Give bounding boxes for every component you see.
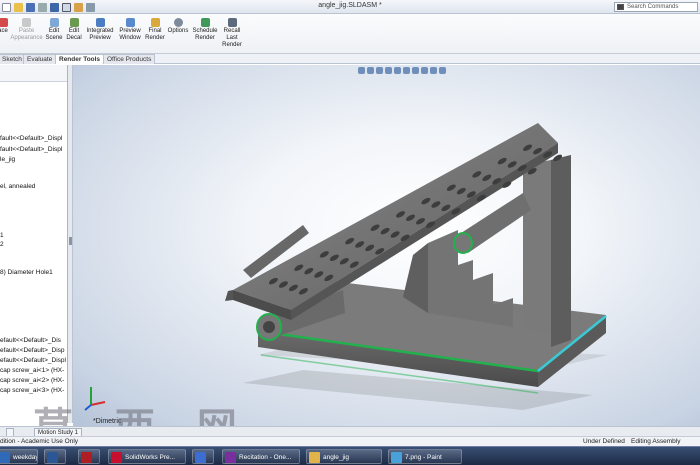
status-mode: Editing Assembly [631, 438, 681, 445]
tree-item[interactable]: cap screw_ai<1> (HX- [0, 367, 64, 374]
tab-sketch[interactable]: Sketch [0, 54, 26, 64]
upright-plate [523, 155, 571, 347]
paste-appearance-icon [22, 18, 31, 27]
preview-window-label: Preview Window [119, 28, 141, 41]
options-button[interactable]: Options [167, 18, 189, 35]
ribbon-toolbar: ace Paste Appearance Edit Scene Edit Dec… [0, 14, 700, 54]
paste-appearance-label: Paste Appearance [10, 28, 43, 41]
tree-item[interactable]: efault<<Default>_Dis [0, 337, 61, 344]
word-icon [47, 452, 58, 463]
integrated-preview-button[interactable]: Integrated Preview [85, 18, 115, 42]
command-tabs: Sketch Evaluate Render Tools Office Prod… [0, 54, 700, 64]
options-label: Options [167, 28, 189, 34]
tree-item[interactable]: 1 [0, 232, 4, 239]
preview-window-button[interactable]: Preview Window [117, 18, 143, 42]
taskbar-weekday[interactable]: weekday [0, 449, 38, 464]
weekday-icon [0, 452, 10, 463]
tree-item[interactable]: efault<<Default>_Displ [0, 357, 66, 364]
tree-toolbar [0, 65, 67, 82]
tree-item[interactable]: cap screw_ai<3> (HX- [0, 387, 64, 394]
schedule-render-button[interactable]: Schedule Render [191, 18, 219, 42]
tree-item[interactable]: 2 [0, 241, 4, 248]
tab-office-products[interactable]: Office Products [103, 54, 156, 64]
edit-decal-label: Edit Decal [66, 28, 82, 41]
taskbar-label: Recitation - One... [239, 454, 292, 461]
taskbar-label: weekday [13, 454, 38, 461]
document-title: angle_jig.SLDASM * [318, 2, 382, 9]
search-placeholder: Search Commands [627, 4, 679, 10]
onenote-icon [225, 452, 236, 463]
schedule-render-label: Schedule Render [192, 28, 218, 41]
decal-icon [69, 18, 79, 27]
final-render-button[interactable]: Final Render [145, 18, 165, 42]
preview-icon [95, 18, 105, 27]
recall-icon [227, 18, 237, 27]
search-icon [617, 4, 624, 10]
tree-item[interactable]: le_jig [0, 156, 15, 163]
taskbar-paint[interactable]: 7.png - Paint [388, 449, 462, 464]
title-bar: angle_jig.SLDASM * Search Commands [0, 0, 700, 14]
paste-appearance-button[interactable]: Paste Appearance [10, 18, 43, 42]
scene-icon [49, 18, 59, 27]
taskbar-word[interactable] [44, 449, 66, 464]
integrated-preview-label: Integrated Preview [86, 28, 114, 41]
recall-last-render-label: Recall Last Render [222, 28, 242, 48]
taskbar-solidworks[interactable]: SolidWorks Pre... [108, 449, 186, 464]
splitter-handle[interactable] [69, 237, 72, 245]
appearance-button[interactable]: ace [0, 18, 10, 35]
angle-jig-model[interactable] [73, 65, 700, 426]
taskbar-label: 7.png - Paint [405, 454, 442, 461]
tree-item[interactable]: efault<<Default>_Disp [0, 347, 65, 354]
edit-scene-label: Edit Scene [45, 28, 63, 41]
graphics-viewport[interactable]: *Dimetric [73, 65, 700, 426]
render-icon [150, 18, 160, 27]
tree-item[interactable]: el, annealed [0, 183, 35, 190]
taskbar-folder[interactable]: angle_jig [306, 449, 382, 464]
tab-evaluate[interactable]: Evaluate [23, 54, 57, 64]
gear-icon [173, 18, 183, 27]
search-commands-input[interactable]: Search Commands [614, 2, 698, 12]
app-icon [195, 452, 206, 463]
appearance-button-label: ace [0, 28, 8, 34]
folder-icon [309, 452, 320, 463]
appearance-icon [0, 18, 8, 27]
feature-manager-tree: fault<<Default>_Displ fault<<Default>_Di… [0, 65, 68, 423]
tree-item[interactable]: fault<<Default>_Displ [0, 135, 62, 142]
tree-item[interactable]: cap screw_ai<2> (HX- [0, 377, 64, 384]
status-bar: dition - Academic Use Only Under Defined… [0, 436, 700, 446]
solidworks-icon [111, 452, 122, 463]
edit-scene-button[interactable]: Edit Scene [44, 18, 64, 42]
schedule-icon [200, 18, 210, 27]
taskbar-onenote[interactable]: Recitation - One... [222, 449, 300, 464]
taskbar-label: SolidWorks Pre... [125, 454, 176, 461]
tab-render-tools[interactable]: Render Tools [55, 54, 105, 64]
bottom-tab-strip: Motion Study 1 [0, 426, 700, 437]
recall-last-render-button[interactable]: Recall Last Render [221, 18, 243, 49]
edit-decal-button[interactable]: Edit Decal [65, 18, 83, 42]
window-icon [125, 18, 135, 27]
status-license: dition - Academic Use Only [0, 438, 79, 445]
taskbar-label: angle_jig [323, 454, 350, 461]
taskbar-app-2[interactable] [192, 449, 214, 464]
status-definition: Under Defined [583, 438, 625, 445]
final-render-label: Final Render [145, 28, 165, 41]
tree-item[interactable]: 8) Diameter Hole1 [0, 269, 53, 276]
paint-icon [391, 452, 402, 463]
app-icon [81, 452, 92, 463]
taskbar-app[interactable] [78, 449, 100, 464]
windows-taskbar: weekday SolidWorks Pre... Recitation - O… [0, 446, 700, 465]
tree-item[interactable]: fault<<Default>_Displ [0, 146, 62, 153]
